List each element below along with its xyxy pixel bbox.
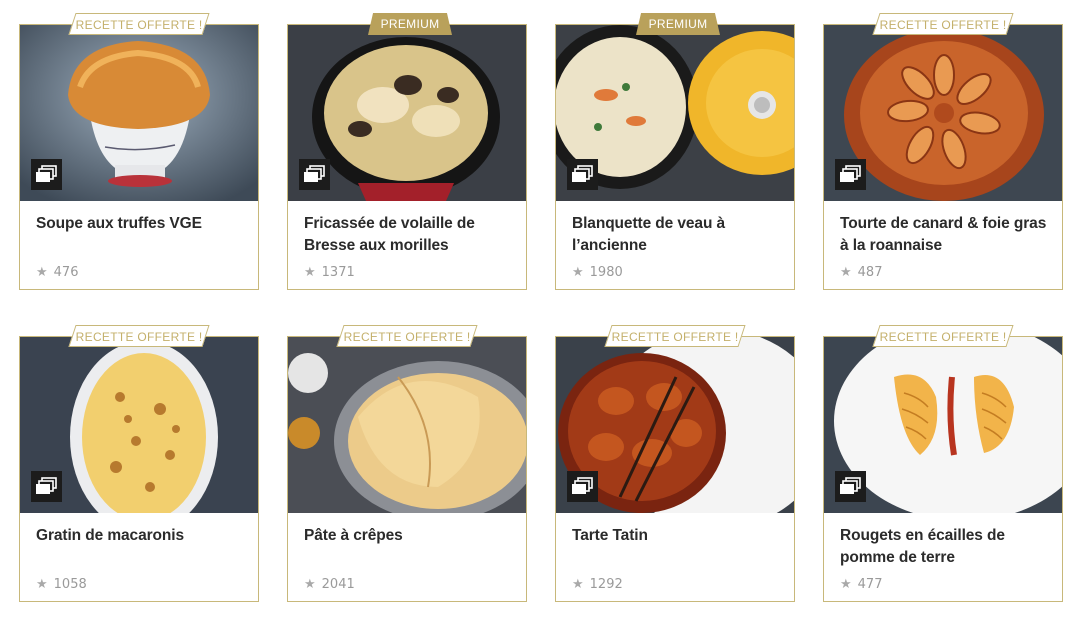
star-icon: ★	[840, 265, 852, 280]
recipe-rating: ★ 477	[840, 577, 882, 592]
recipe-rating: ★ 476	[36, 265, 78, 280]
offer-tag: RECETTE OFFERTE !	[68, 325, 210, 347]
gallery-icon	[567, 159, 598, 190]
recipe-rating: ★ 1292	[572, 577, 623, 592]
recipe-card[interactable]: RECETTE OFFERTE ! Rougets en écailles de…	[823, 325, 1063, 602]
star-icon: ★	[572, 577, 584, 592]
premium-tag: PREMIUM	[368, 13, 452, 35]
gallery-icon	[835, 471, 866, 502]
offer-tag: RECETTE OFFERTE !	[872, 13, 1014, 35]
offer-tag: RECETTE OFFERTE !	[604, 325, 746, 347]
recipe-title[interactable]: Rougets en écailles de pomme de terre	[840, 525, 1050, 569]
rating-count: 1371	[321, 265, 355, 280]
recipe-rating: ★ 487	[840, 265, 882, 280]
recipe-rating: ★ 1980	[572, 265, 623, 280]
rating-count: 1058	[53, 577, 87, 592]
recipe-rating: ★ 1371	[304, 265, 355, 280]
recipe-photo[interactable]	[824, 25, 1062, 201]
recipe-rating: ★ 1058	[36, 577, 87, 592]
rating-count: 476	[53, 265, 79, 280]
star-icon: ★	[36, 577, 48, 592]
recipe-photo[interactable]	[288, 337, 526, 513]
recipe-photo[interactable]	[288, 25, 526, 201]
recipe-photo[interactable]	[20, 337, 258, 513]
gallery-icon	[567, 471, 598, 502]
recipe-card[interactable]: RECETTE OFFERTE ! Tourte de canard & foi…	[823, 13, 1063, 290]
star-icon: ★	[304, 577, 316, 592]
recipe-card[interactable]: PREMIUM Blanquette de veau à l’ancienne	[555, 13, 795, 290]
offer-tag: RECETTE OFFERTE !	[68, 13, 210, 35]
star-icon: ★	[304, 265, 316, 280]
recipe-card[interactable]: RECETTE OFFERTE ! Gratin de macaronis ★ 1…	[19, 325, 259, 602]
recipe-card[interactable]: RECETTE OFFERTE ! Pâte à crêpes ★ 2041	[287, 325, 527, 602]
recipe-title[interactable]: Soupe aux truffes VGE	[36, 213, 246, 235]
rating-count: 487	[857, 265, 883, 280]
rating-count: 1980	[589, 265, 623, 280]
recipe-title[interactable]: Pâte à crêpes	[304, 525, 514, 547]
gallery-icon	[31, 159, 62, 190]
recipe-card[interactable]: RECETTE OFFERTE ! Soupe aux truffes VGE …	[19, 13, 259, 290]
rating-count: 1292	[589, 577, 623, 592]
star-icon: ★	[36, 265, 48, 280]
recipe-title[interactable]: Blanquette de veau à l’ancienne	[572, 213, 782, 257]
recipe-title[interactable]: Tourte de canard & foie gras à la roanna…	[840, 213, 1050, 257]
recipe-card[interactable]: PREMIUM Fricassée de volaille de Bresse …	[287, 13, 527, 290]
recipe-card[interactable]: RECETTE OFFERTE ! Tarte Tatin ★ 1292	[555, 325, 795, 602]
rating-count: 2041	[321, 577, 355, 592]
star-icon: ★	[572, 265, 584, 280]
gallery-icon	[31, 471, 62, 502]
offer-tag: RECETTE OFFERTE !	[872, 325, 1014, 347]
recipe-photo[interactable]	[556, 25, 794, 201]
gallery-icon	[299, 159, 330, 190]
offer-tag: RECETTE OFFERTE !	[336, 325, 478, 347]
recipe-title[interactable]: Tarte Tatin	[572, 525, 782, 547]
recipe-rating: ★ 2041	[304, 577, 355, 592]
recipe-photo[interactable]	[20, 25, 258, 201]
gallery-icon	[835, 159, 866, 190]
star-icon: ★	[840, 577, 852, 592]
recipe-title[interactable]: Fricassée de volaille de Bresse aux mori…	[304, 213, 514, 257]
rating-count: 477	[857, 577, 883, 592]
recipe-title[interactable]: Gratin de macaronis	[36, 525, 246, 547]
recipe-photo[interactable]	[824, 337, 1062, 513]
recipe-grid: RECETTE OFFERTE ! Soupe aux truffes VGE …	[0, 0, 1080, 620]
recipe-photo[interactable]	[556, 337, 794, 513]
premium-tag: PREMIUM	[636, 13, 720, 35]
